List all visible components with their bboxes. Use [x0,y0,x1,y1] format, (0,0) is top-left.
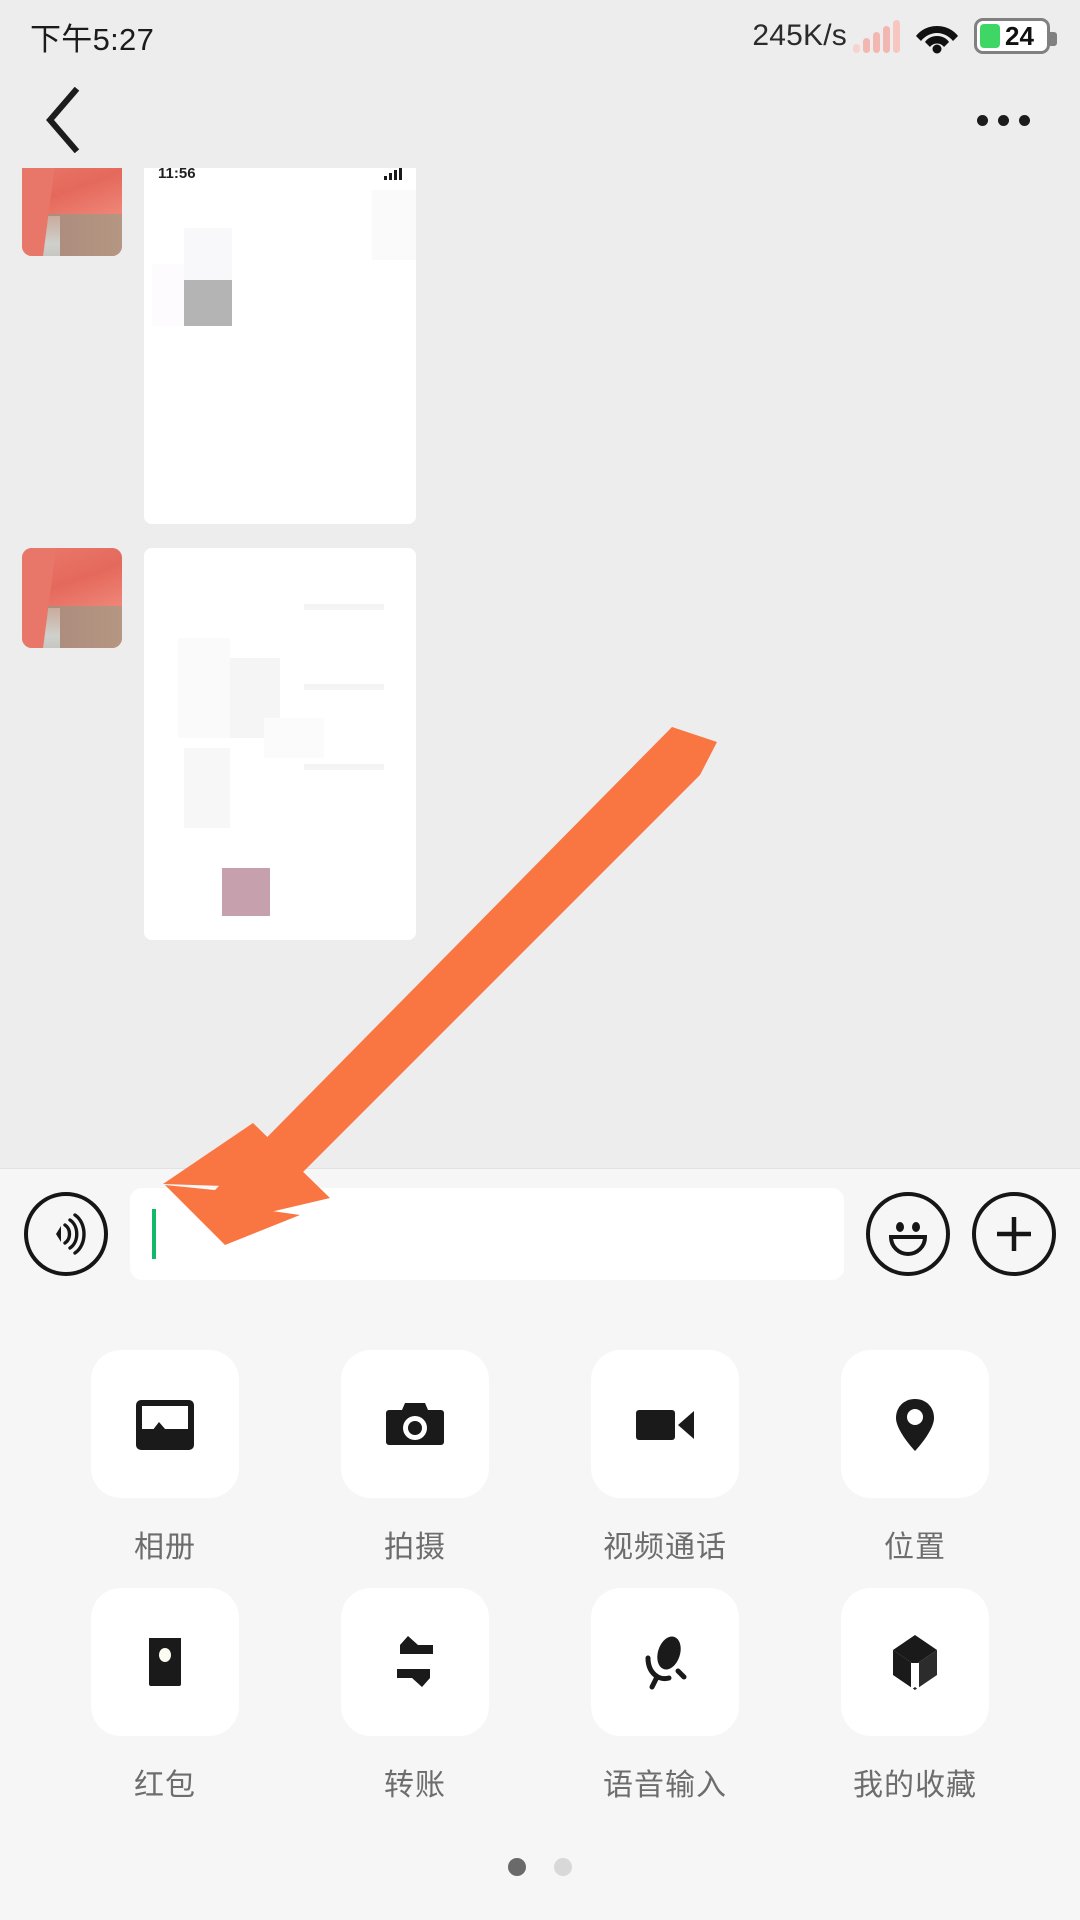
voice-input-icon [56,1212,86,1255]
message-text-input[interactable] [130,1187,844,1280]
image-message-bubble[interactable]: 11:56 已 [144,168,416,524]
status-bar: 下午5:27 245K/s 24 [0,0,1080,72]
more-options-icon [976,114,988,126]
embedded-time: 11:56 [158,168,196,182]
page-dot-active[interactable] [508,1858,526,1876]
network-speed-text: 245K/s [752,19,847,52]
avatar[interactable] [22,168,122,256]
message-image [144,548,416,940]
battery-icon: 24 [974,18,1057,54]
attachment-grid: 相册 拍摄 视频通话 位置 红包 转账 语音输入 我的收藏 [0,1298,1080,1804]
chat-message-row[interactable] [22,548,416,940]
emoji-button[interactable] [866,1191,950,1276]
attachment-label: 拍摄 [384,1531,446,1564]
attachment-label: 位置 [884,1531,946,1564]
back-button[interactable] [28,85,98,155]
message-input-bar [0,1168,1080,1298]
phone-screen: 下午5:27 245K/s 24 11:56 相册 拍摄 视频通话 位置 红包 … [0,0,1080,1920]
attachment-item-voice-input[interactable]: 语音输入 [540,1588,790,1804]
attachment-item-transfer[interactable]: 转账 [290,1588,540,1804]
battery-level: 24 [1005,20,1034,51]
page-dot[interactable] [554,1858,572,1876]
attachment-item-camera[interactable]: 拍摄 [290,1350,540,1566]
chat-message-row[interactable]: 11:56 已 [22,168,416,524]
microphone-icon [645,1636,687,1690]
attachment-label: 转账 [384,1769,446,1802]
signal-bars-icon [853,19,900,53]
wifi-icon [914,18,960,54]
transfer-icon [397,1636,433,1687]
more-options-button[interactable] [958,85,1048,155]
attachment-label: 相册 [134,1531,196,1564]
more-attachments-button[interactable] [972,1191,1056,1276]
status-indicators: 245K/s 24 [752,18,1057,54]
location-pin-icon [896,1399,934,1451]
chevron-left-icon [46,87,80,153]
voice-input-button[interactable] [24,1191,108,1276]
attachment-item-location[interactable]: 位置 [790,1350,1040,1566]
plus-circle-icon [997,1216,1031,1251]
status-time: 下午5:27 [30,21,155,57]
attachment-item-video-call[interactable]: 视频通话 [540,1350,790,1566]
image-message-bubble[interactable] [144,548,416,940]
attachment-label: 语音输入 [603,1769,727,1802]
favorites-cube-icon [893,1635,937,1690]
attachment-panel: 相册 拍摄 视频通话 位置 红包 转账 语音输入 我的收藏 [0,1298,1080,1920]
avatar[interactable] [22,548,122,648]
attachment-item-red-packet[interactable]: 红包 [40,1588,290,1804]
text-cursor [152,1208,156,1259]
attachment-label: 红包 [134,1769,196,1802]
embedded-signal-icon [384,168,402,180]
page-indicator [0,1858,1080,1876]
video-call-icon [636,1410,694,1440]
navigation-bar [0,72,1080,168]
photo-album-icon [136,1400,194,1450]
camera-icon [386,1403,444,1445]
attachment-item-favorites[interactable]: 我的收藏 [790,1588,1040,1804]
attachment-label: 我的收藏 [853,1769,977,1802]
attachment-label: 视频通话 [603,1531,727,1564]
embedded-status-bar: 11:56 [144,168,416,190]
emoji-smiley-icon [888,1221,928,1256]
message-image: 11:56 已 [144,168,416,524]
chat-message-list[interactable]: 11:56 已 [0,168,1080,1168]
attachment-item-album[interactable]: 相册 [40,1350,290,1566]
red-packet-icon [149,1638,181,1686]
